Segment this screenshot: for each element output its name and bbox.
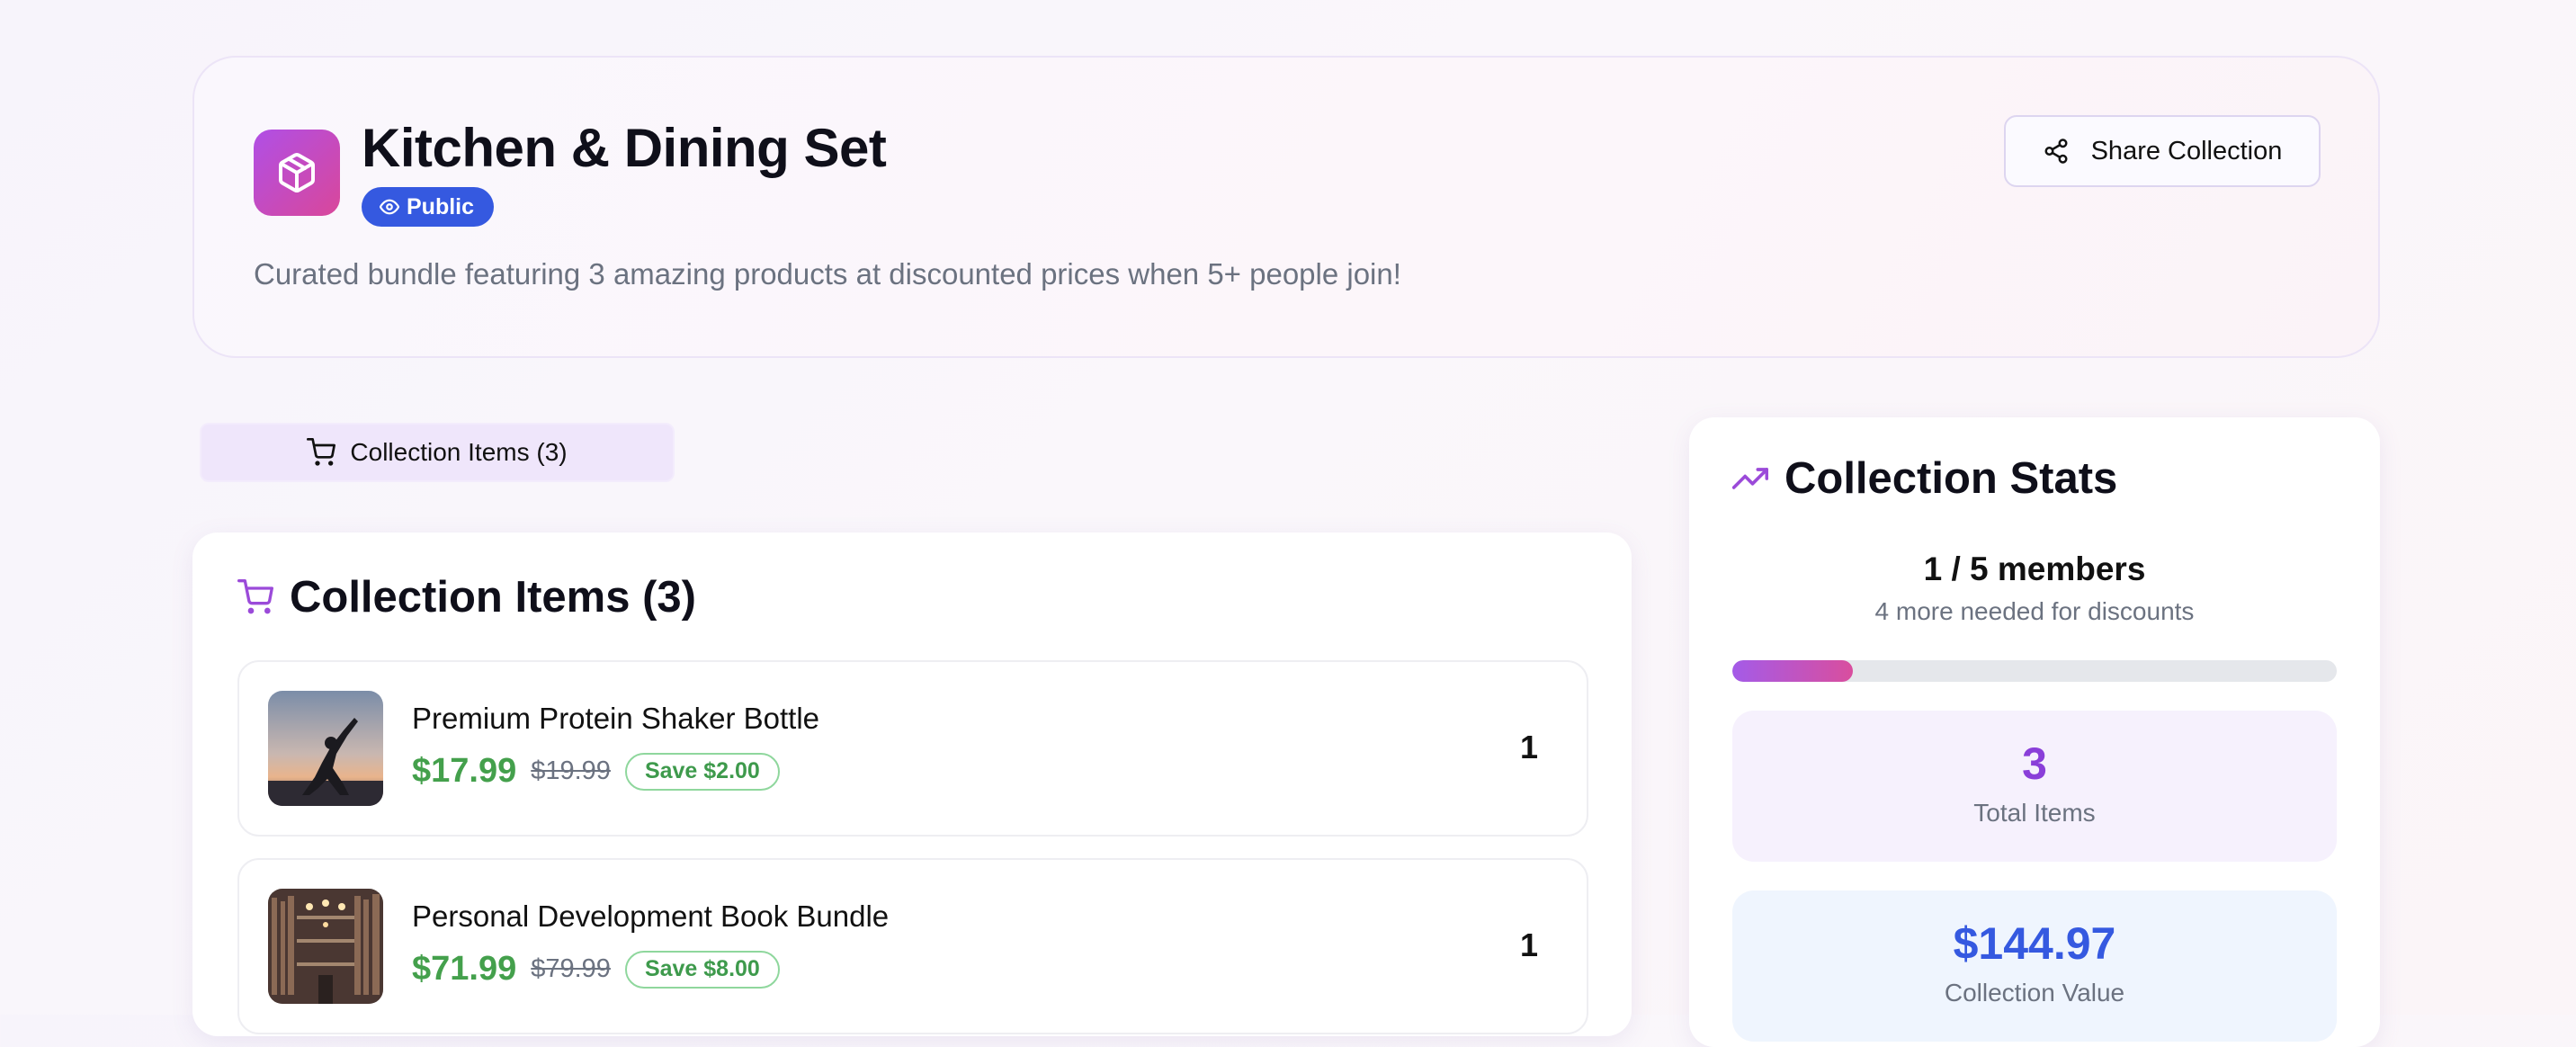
cart-icon xyxy=(307,438,336,466)
share-button-label: Share Collection xyxy=(2090,136,2283,166)
members-progress-fill xyxy=(1732,660,1854,682)
savings-badge: Save $2.00 xyxy=(624,752,780,791)
collection-stats-card: Collection Stats 1 / 5 members 4 more ne… xyxy=(1689,417,2380,1047)
members-progress-bar xyxy=(1732,660,2337,682)
collection-value: $144.97 xyxy=(1953,918,2116,969)
tab-collection-items[interactable]: Collection Items (3) xyxy=(200,423,675,482)
library-bookshelf-photo xyxy=(268,889,383,1004)
collection-items-card: Collection Items (3) Premium Protein Sha… xyxy=(192,532,1632,1036)
cart-icon xyxy=(237,579,273,614)
share-icon xyxy=(2044,139,2068,164)
item-quantity: 1 xyxy=(1519,729,1538,765)
items-section-title-text: Collection Items (3) xyxy=(290,573,696,622)
page-title: Kitchen & Dining Set xyxy=(362,118,887,178)
item-price: $71.99 xyxy=(412,950,517,988)
yoga-pose-photo xyxy=(268,691,383,806)
collection-description: Curated bundle featuring 3 amazing produ… xyxy=(254,257,1401,291)
items-section-title: Collection Items (3) xyxy=(237,572,696,622)
total-items-stat: 3 Total Items xyxy=(1732,711,2337,862)
item-original-price: $19.99 xyxy=(531,756,611,785)
item-price-row: $71.99 $79.99 Save $8.00 xyxy=(412,950,780,989)
trending-up-icon xyxy=(1732,468,1768,489)
item-name: Premium Protein Shaker Bottle xyxy=(412,702,820,735)
members-needed: 4 more needed for discounts xyxy=(1874,597,2195,625)
collection-value-stat: $144.97 Collection Value xyxy=(1732,890,2337,1042)
members-count: 1 / 5 members xyxy=(1923,550,2146,587)
item-price-row: $17.99 $19.99 Save $2.00 xyxy=(412,752,780,791)
list-item[interactable]: Premium Protein Shaker Bottle $17.99 $19… xyxy=(237,660,1588,837)
share-collection-button[interactable]: Share Collection xyxy=(2004,115,2321,187)
item-price: $17.99 xyxy=(412,752,517,790)
stats-title-text: Collection Stats xyxy=(1784,454,2118,503)
tab-label: Collection Items (3) xyxy=(350,438,568,466)
eye-icon xyxy=(380,199,399,215)
list-item[interactable]: Personal Development Book Bundle $71.99 … xyxy=(237,858,1588,1034)
total-items-value: 3 xyxy=(2022,738,2047,789)
stats-title: Collection Stats xyxy=(1732,453,2117,504)
item-original-price: $79.99 xyxy=(531,954,611,983)
package-icon xyxy=(254,130,340,216)
item-name: Personal Development Book Bundle xyxy=(412,899,890,933)
savings-badge: Save $8.00 xyxy=(624,950,780,989)
visibility-label: Public xyxy=(407,193,475,219)
total-items-label: Total Items xyxy=(1973,799,2096,827)
visibility-badge: Public xyxy=(362,187,495,227)
collection-value-label: Collection Value xyxy=(1944,979,2125,1007)
collection-header-card: Kitchen & Dining Set Public Curated bund… xyxy=(192,56,2380,358)
item-quantity: 1 xyxy=(1519,926,1538,963)
